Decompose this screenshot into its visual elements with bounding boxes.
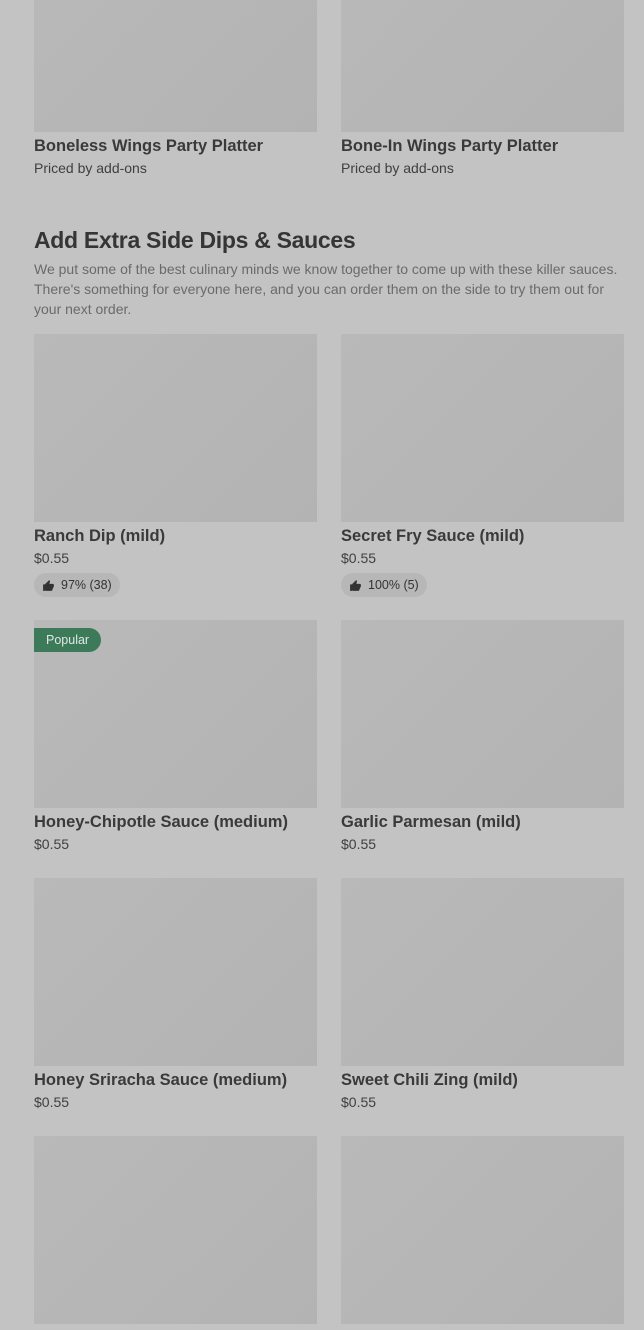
menu-item-card[interactable] bbox=[34, 1136, 317, 1324]
item-price: $0.55 bbox=[341, 836, 377, 852]
item-price: $0.55 bbox=[341, 1094, 377, 1110]
item-image: Popular bbox=[34, 620, 317, 808]
item-price: Priced by add-ons bbox=[34, 160, 147, 176]
menu-item-card[interactable]: Garlic Parmesan (mild) $0.55 bbox=[341, 620, 624, 853]
item-image bbox=[341, 1136, 624, 1324]
item-title: Honey-Chipotle Sauce (medium) bbox=[34, 813, 288, 831]
menu-item-card[interactable]: Boneless Wings Party Platter Priced by a… bbox=[34, 0, 317, 177]
thumbs-up-icon bbox=[43, 579, 54, 591]
thumbs-up-icon bbox=[350, 579, 361, 591]
menu-item-card[interactable]: Ranch Dip (mild) $0.55 97% (38) bbox=[34, 334, 317, 597]
section-title: Add Extra Side Dips & Sauces bbox=[34, 227, 356, 253]
menu-item-card[interactable] bbox=[341, 1136, 624, 1324]
menu-item-card[interactable]: Bone-In Wings Party Platter Priced by ad… bbox=[341, 0, 624, 177]
item-title: Bone-In Wings Party Platter bbox=[341, 137, 559, 155]
item-price: $0.55 bbox=[34, 836, 70, 852]
item-price: $0.55 bbox=[341, 550, 377, 566]
menu-item-card[interactable]: Honey Sriracha Sauce (medium) $0.55 bbox=[34, 878, 317, 1111]
item-image bbox=[341, 878, 624, 1066]
item-title: Honey Sriracha Sauce (medium) bbox=[34, 1071, 288, 1089]
item-title: Sweet Chili Zing (mild) bbox=[341, 1071, 518, 1089]
menu-item-card[interactable]: Popular Honey-Chipotle Sauce (medium) $0… bbox=[34, 620, 317, 853]
item-image bbox=[34, 0, 317, 132]
rating-pill: 97% (38) bbox=[34, 573, 120, 597]
menu-item-card[interactable]: Secret Fry Sauce (mild) $0.55 100% (5) bbox=[341, 334, 624, 597]
menu-item-card[interactable]: Sweet Chili Zing (mild) $0.55 bbox=[341, 878, 624, 1111]
rating-text: 100% (5) bbox=[368, 578, 419, 592]
item-image bbox=[34, 878, 317, 1066]
item-image bbox=[34, 334, 317, 522]
item-title: Boneless Wings Party Platter bbox=[34, 137, 264, 155]
item-title: Ranch Dip (mild) bbox=[34, 527, 166, 545]
item-image bbox=[341, 0, 624, 132]
section-description: We put some of the best culinary minds w… bbox=[34, 261, 618, 317]
item-image bbox=[341, 620, 624, 808]
item-image bbox=[341, 334, 624, 522]
rating-pill: 100% (5) bbox=[341, 573, 427, 597]
popular-badge: Popular bbox=[34, 628, 102, 652]
item-title: Secret Fry Sauce (mild) bbox=[341, 527, 525, 545]
item-price: Priced by add-ons bbox=[341, 160, 454, 176]
item-price: $0.55 bbox=[34, 1094, 70, 1110]
item-title: Garlic Parmesan (mild) bbox=[341, 813, 521, 831]
rating-text: 97% (38) bbox=[61, 578, 112, 592]
item-image bbox=[34, 1136, 317, 1324]
item-price: $0.55 bbox=[34, 550, 70, 566]
